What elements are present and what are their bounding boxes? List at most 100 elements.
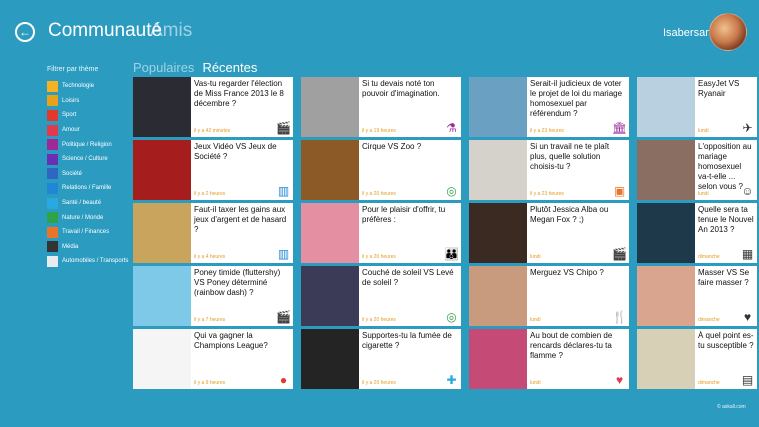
sidebar-item[interactable]: Politique / Religion: [47, 137, 132, 152]
sidebar-item[interactable]: Sport: [47, 108, 132, 123]
question-card[interactable]: Serait-il judicieux de voter le projet d…: [469, 77, 629, 137]
question-timestamp: il y a 42 minutes: [194, 128, 231, 134]
question-timestamp: dimanche: [698, 317, 720, 323]
question-text: Supportes-tu la fumée de cigarette ?: [362, 331, 452, 350]
question-text: Couché de soleil VS Levé de soleil ?: [362, 268, 454, 287]
sidebar-item-label: Politique / Religion: [62, 141, 112, 148]
question-thumbnail: [133, 77, 191, 137]
question-thumbnail: [301, 140, 359, 200]
question-timestamp: lundi: [530, 317, 541, 323]
question-card[interactable]: Si tu devais noté ton pouvoir d'imaginat…: [301, 77, 461, 137]
question-text: Quelle sera ta tenue le Nouvel An 2013 ?: [698, 205, 754, 234]
question-card[interactable]: Faut-il taxer les gains aux jeux d'argen…: [133, 203, 293, 263]
question-card[interactable]: Qui va gagner la Champions League? il y a…: [133, 329, 293, 389]
question-card[interactable]: Plutôt Jessica Alba ou Megan Fox ? ;) lun…: [469, 203, 629, 263]
question-text: Poney timide (fluttershy) VS Poney déter…: [194, 268, 281, 297]
question-card[interactable]: Quelle sera ta tenue le Nouvel An 2013 ?…: [637, 203, 757, 263]
family-icon: 👪: [444, 246, 459, 261]
sidebar-item[interactable]: Automobiles / Transports: [47, 254, 132, 269]
question-card[interactable]: Si un travail ne te plaît plus, quelle s…: [469, 140, 629, 200]
question-timestamp: lundi: [698, 191, 709, 197]
question-thumbnail: [133, 329, 191, 389]
question-timestamp: lundi: [530, 380, 541, 386]
sidebar-item[interactable]: Société: [47, 167, 132, 182]
sidebar-item[interactable]: Relations / Famille: [47, 181, 132, 196]
question-card[interactable]: Vas-tu regarder l'élection de Miss Franc…: [133, 77, 293, 137]
question-timestamp: dimanche: [698, 254, 720, 260]
avatar[interactable]: [709, 13, 747, 51]
question-thumbnail: [469, 77, 527, 137]
diploma-icon: ▤: [741, 372, 754, 387]
question-card[interactable]: Au bout de combien de rencards déclares-…: [469, 329, 629, 389]
category-color-swatch: [47, 226, 58, 238]
question-text: Faut-il taxer les gains aux jeux d'argen…: [194, 205, 287, 234]
flask-icon: ⚗: [446, 120, 457, 135]
sidebar-item[interactable]: Média: [47, 240, 132, 255]
question-card[interactable]: Merguez VS Chipo ? lundi 🍴: [469, 266, 629, 326]
sidebar-title: Filtrer par thème: [47, 66, 99, 73]
page-title: Communauté: [48, 20, 163, 41]
question-card[interactable]: L'opposition au mariage homosexuel va-t-…: [637, 140, 757, 200]
category-color-swatch: [47, 241, 58, 253]
category-color-swatch: [47, 109, 58, 121]
sidebar-item-label: Média: [62, 243, 79, 250]
question-text: Si tu devais noté ton pouvoir d'imaginat…: [362, 79, 440, 98]
back-button[interactable]: ←: [15, 22, 35, 42]
category-color-swatch: [47, 139, 58, 151]
question-text: Masser VS Se faire masser ?: [698, 268, 750, 287]
question-thumbnail: [133, 266, 191, 326]
question-thumbnail: [469, 329, 527, 389]
question-card[interactable]: Cirque VS Zoo ? il y a 20 heures ◎: [301, 140, 461, 200]
question-thumbnail: [469, 140, 527, 200]
user-name[interactable]: Isabersam: [663, 27, 714, 39]
question-timestamp: il y a 19 heures: [362, 128, 396, 134]
question-grid: Vas-tu regarder l'élection de Miss Franc…: [133, 77, 759, 389]
category-color-swatch: [47, 95, 58, 107]
question-thumbnail: [637, 77, 695, 137]
heart-icon: ♥: [743, 309, 752, 324]
people-icon: ☺: [741, 183, 754, 198]
sidebar-item[interactable]: Santé / beauté: [47, 196, 132, 211]
question-thumbnail: [133, 203, 191, 263]
question-card[interactable]: Couché de soleil VS Levé de soleil ? il y…: [301, 266, 461, 326]
question-thumbnail: [637, 140, 695, 200]
sidebar-item[interactable]: Amour: [47, 123, 132, 138]
sidebar-item-label: Loisirs: [62, 97, 80, 104]
question-thumbnail: [301, 77, 359, 137]
building-icon: 🏛: [611, 120, 628, 135]
question-thumbnail: [133, 140, 191, 200]
sidebar-item[interactable]: Travail / Finances: [47, 225, 132, 240]
heart-icon: ♥: [615, 372, 624, 387]
question-timestamp: il y a 20 heures: [362, 254, 396, 260]
question-text: Au bout de combien de rencards déclares-…: [530, 331, 613, 360]
sidebar-item[interactable]: Technologie: [47, 79, 132, 94]
question-card[interactable]: Poney timide (fluttershy) VS Poney déter…: [133, 266, 293, 326]
question-text: Serait-il judicieux de voter le projet d…: [530, 79, 623, 118]
clapper-icon: 🎬: [276, 120, 291, 135]
question-text: À quel point es-tu susceptible ?: [698, 331, 754, 350]
question-timestamp: dimanche: [698, 380, 720, 386]
category-color-swatch: [47, 80, 58, 92]
category-color-swatch: [47, 182, 58, 194]
friends-link[interactable]: Amis: [150, 20, 192, 42]
question-thumbnail: [469, 203, 527, 263]
category-color-swatch: [47, 212, 58, 224]
question-timestamp: il y a 20 heures: [362, 317, 396, 323]
globe-icon: ◎: [446, 309, 457, 324]
question-card[interactable]: Pour le plaisir d'offrir, tu préfères : i…: [301, 203, 461, 263]
sidebar-item[interactable]: Loisirs: [47, 94, 132, 109]
question-card[interactable]: Jeux Vidéo VS Jeux de Société ? il y a 2 …: [133, 140, 293, 200]
sidebar-item-label: Relations / Famille: [62, 185, 112, 192]
question-card[interactable]: EasyJet VS Ryanair lundi ✈: [637, 77, 757, 137]
tab-bar: Populaires Récentes: [133, 60, 257, 75]
question-card[interactable]: Supportes-tu la fumée de cigarette ? il y…: [301, 329, 461, 389]
arrow-left-icon: ←: [19, 25, 31, 39]
tab-populaires[interactable]: Populaires: [133, 60, 194, 75]
question-card[interactable]: Masser VS Se faire masser ? dimanche ♥: [637, 266, 757, 326]
sidebar-item[interactable]: Nature / Monde: [47, 210, 132, 225]
question-thumbnail: [469, 266, 527, 326]
category-color-swatch: [47, 197, 58, 209]
tab-recentes[interactable]: Récentes: [202, 60, 257, 75]
sidebar-item[interactable]: Science / Culture: [47, 152, 132, 167]
question-card[interactable]: À quel point es-tu susceptible ? dimanche…: [637, 329, 757, 389]
